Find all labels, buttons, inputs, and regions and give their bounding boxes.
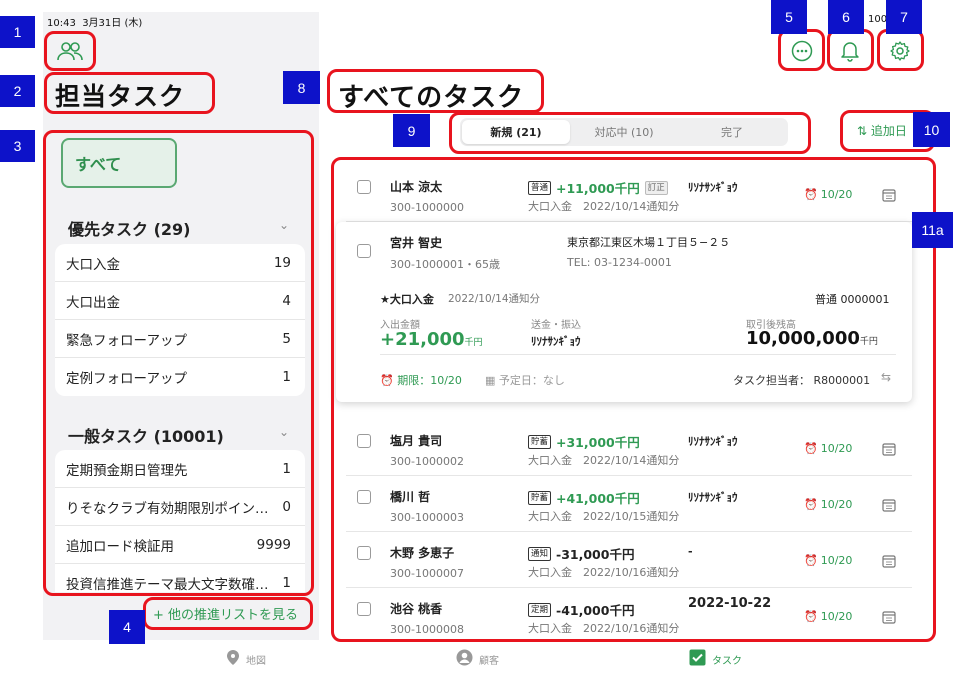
annotation-label: 10 bbox=[913, 112, 950, 147]
annotation-box bbox=[327, 69, 544, 113]
annotation-box bbox=[331, 157, 936, 642]
annotation-box bbox=[827, 29, 874, 71]
nav-customers[interactable]: 顧客 bbox=[456, 649, 499, 669]
annotation-label: 7 bbox=[886, 0, 922, 34]
nav-map[interactable]: 地図 bbox=[226, 649, 266, 669]
annotation-label: 3 bbox=[0, 130, 35, 162]
status-time: 10:43 3月31日 (木) bbox=[47, 18, 143, 29]
annotation-label: 1 bbox=[0, 16, 35, 48]
annotation-box bbox=[44, 72, 215, 114]
checkbox-icon bbox=[689, 649, 706, 669]
nav-tasks[interactable]: タスク bbox=[689, 649, 742, 669]
annotation-label: 9 bbox=[393, 114, 430, 147]
annotation-label: 5 bbox=[771, 0, 807, 34]
annotation-label: 8 bbox=[283, 71, 320, 104]
annotation-label: 11a bbox=[912, 212, 953, 248]
annotation-label: 4 bbox=[109, 610, 145, 644]
annotation-box bbox=[44, 31, 96, 71]
annotation-label: 2 bbox=[0, 75, 35, 107]
annotation-box bbox=[43, 130, 314, 596]
map-pin-icon bbox=[226, 649, 240, 669]
user-icon bbox=[456, 649, 473, 669]
annotation-box bbox=[143, 597, 313, 630]
annotation-label: 6 bbox=[828, 0, 864, 34]
status-battery: 100 bbox=[868, 14, 888, 25]
annotation-box bbox=[778, 29, 825, 71]
annotation-box bbox=[877, 29, 924, 71]
annotation-box bbox=[449, 112, 811, 154]
